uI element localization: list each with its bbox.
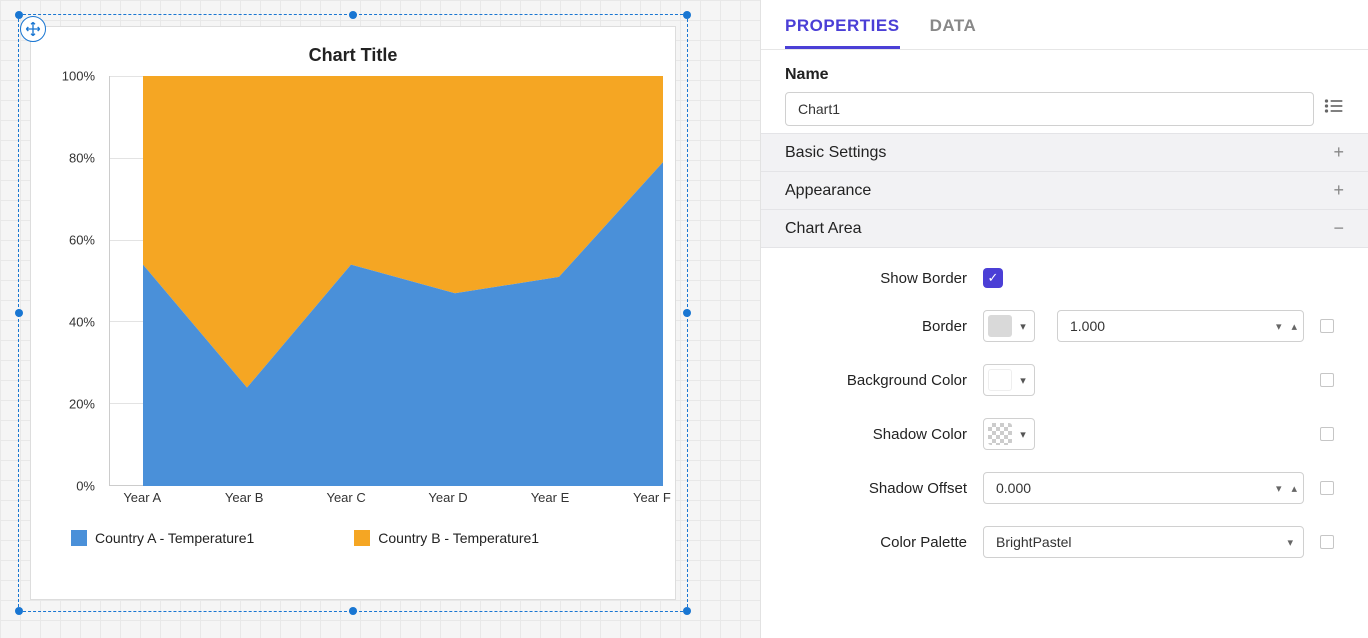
panel-tabs: PROPERTIES DATA bbox=[761, 0, 1368, 50]
x-tick: Year C bbox=[326, 490, 365, 505]
advanced-check[interactable] bbox=[1320, 427, 1334, 441]
accordion-chart-area[interactable]: Chart Area − bbox=[761, 209, 1368, 248]
properties-panel: PROPERTIES DATA Name Basic Settings + Ap… bbox=[760, 0, 1368, 638]
spinner-value: 1.000 bbox=[1070, 318, 1276, 334]
y-tick: 80% bbox=[69, 151, 95, 166]
y-tick: 20% bbox=[69, 397, 95, 412]
show-border-row: Show Border ✓ bbox=[785, 268, 1344, 288]
legend-swatch-orange bbox=[354, 530, 370, 546]
chart-svg bbox=[143, 76, 663, 486]
chart-legend: Country A - Temperature1 Country B - Tem… bbox=[31, 516, 675, 560]
border-width-spinner[interactable]: 1.000 ▾ ▴ bbox=[1057, 310, 1304, 342]
accordion-label: Basic Settings bbox=[785, 144, 886, 162]
color-palette-row: Color Palette BrightPastel ▾ bbox=[785, 526, 1344, 558]
chart-title: Chart Title bbox=[31, 27, 675, 76]
show-border-checkbox[interactable]: ✓ bbox=[983, 268, 1003, 288]
shadow-color-label: Shadow Color bbox=[785, 426, 967, 443]
spinner-down-icon[interactable]: ▾ bbox=[1276, 320, 1282, 333]
spinner-value: 0.000 bbox=[996, 480, 1276, 496]
y-tick: 40% bbox=[69, 315, 95, 330]
shadow-offset-label: Shadow Offset bbox=[785, 480, 967, 497]
accordion-basic-settings[interactable]: Basic Settings + bbox=[761, 133, 1368, 172]
spinner-down-icon[interactable]: ▾ bbox=[1276, 482, 1282, 495]
border-label: Border bbox=[785, 318, 967, 335]
chart-y-axis: 100% 80% 60% 40% 20% 0% bbox=[31, 76, 103, 486]
legend-item-a: Country A - Temperature1 bbox=[71, 530, 254, 546]
resize-handle-bottom-left[interactable] bbox=[15, 607, 23, 615]
color-swatch-icon bbox=[988, 369, 1012, 391]
x-tick: Year D bbox=[428, 490, 467, 505]
chart-plot: 100% 80% 60% 40% 20% 0% Year A bbox=[31, 76, 675, 516]
x-tick: Year A bbox=[123, 490, 161, 505]
border-color-picker[interactable]: ▾ bbox=[983, 310, 1035, 342]
chart-plot-area bbox=[109, 76, 663, 486]
y-tick: 100% bbox=[62, 69, 95, 84]
accordion-label: Appearance bbox=[785, 182, 871, 200]
resize-handle-left-center[interactable] bbox=[15, 309, 23, 317]
color-swatch-icon bbox=[988, 315, 1012, 337]
accordion-label: Chart Area bbox=[785, 220, 861, 238]
y-tick: 0% bbox=[76, 479, 95, 494]
border-row: Border ▾ 1.000 ▾ ▴ bbox=[785, 310, 1344, 342]
spinner-up-icon[interactable]: ▴ bbox=[1291, 320, 1297, 333]
name-label: Name bbox=[785, 66, 1344, 84]
design-canvas[interactable]: Chart Title 100% 80% 60% 40% 20% 0% bbox=[0, 0, 760, 638]
color-swatch-icon bbox=[988, 423, 1012, 445]
show-border-label: Show Border bbox=[785, 270, 967, 287]
plus-icon: + bbox=[1333, 142, 1344, 163]
legend-label: Country B - Temperature1 bbox=[378, 530, 539, 546]
resize-handle-top-left[interactable] bbox=[15, 11, 23, 19]
background-color-picker[interactable]: ▾ bbox=[983, 364, 1035, 396]
color-palette-label: Color Palette bbox=[785, 534, 967, 551]
list-icon[interactable] bbox=[1324, 96, 1344, 122]
legend-item-b: Country B - Temperature1 bbox=[354, 530, 539, 546]
select-value: BrightPastel bbox=[996, 534, 1071, 550]
advanced-check[interactable] bbox=[1320, 535, 1334, 549]
advanced-check[interactable] bbox=[1320, 319, 1334, 333]
shadow-offset-row: Shadow Offset 0.000 ▾ ▴ bbox=[785, 472, 1344, 504]
tab-data[interactable]: DATA bbox=[930, 16, 977, 49]
accordion-appearance[interactable]: Appearance + bbox=[761, 171, 1368, 210]
x-tick: Year B bbox=[225, 490, 264, 505]
shadow-color-row: Shadow Color ▾ bbox=[785, 418, 1344, 450]
resize-handle-top-center[interactable] bbox=[349, 11, 357, 19]
chevron-down-icon: ▾ bbox=[1287, 536, 1293, 549]
move-handle-icon[interactable] bbox=[20, 16, 46, 42]
legend-swatch-blue bbox=[71, 530, 87, 546]
x-tick: Year E bbox=[531, 490, 570, 505]
chevron-down-icon: ▾ bbox=[1014, 374, 1032, 387]
spinner-up-icon[interactable]: ▴ bbox=[1291, 482, 1297, 495]
legend-label: Country A - Temperature1 bbox=[95, 530, 254, 546]
chart-area-body: Show Border ✓ Border ▾ 1.000 ▾ ▴ Backgro… bbox=[761, 248, 1368, 590]
background-color-row: Background Color ▾ bbox=[785, 364, 1344, 396]
minus-icon: − bbox=[1333, 218, 1344, 239]
name-input[interactable] bbox=[785, 92, 1314, 126]
background-color-label: Background Color bbox=[785, 372, 967, 389]
plus-icon: + bbox=[1333, 180, 1344, 201]
shadow-color-picker[interactable]: ▾ bbox=[983, 418, 1035, 450]
color-palette-select[interactable]: BrightPastel ▾ bbox=[983, 526, 1304, 558]
resize-handle-bottom-center[interactable] bbox=[349, 607, 357, 615]
advanced-check[interactable] bbox=[1320, 373, 1334, 387]
chevron-down-icon: ▾ bbox=[1014, 428, 1032, 441]
tab-properties[interactable]: PROPERTIES bbox=[785, 16, 900, 49]
shadow-offset-spinner[interactable]: 0.000 ▾ ▴ bbox=[983, 472, 1304, 504]
y-tick: 60% bbox=[69, 233, 95, 248]
resize-handle-right-center[interactable] bbox=[683, 309, 691, 317]
chevron-down-icon: ▾ bbox=[1014, 320, 1032, 333]
name-section: Name bbox=[761, 50, 1368, 134]
resize-handle-top-right[interactable] bbox=[683, 11, 691, 19]
chart-x-axis: Year A Year B Year C Year D Year E Year … bbox=[109, 490, 663, 514]
chart-widget[interactable]: Chart Title 100% 80% 60% 40% 20% 0% bbox=[30, 26, 676, 600]
x-tick: Year F bbox=[633, 490, 671, 505]
advanced-check[interactable] bbox=[1320, 481, 1334, 495]
resize-handle-bottom-right[interactable] bbox=[683, 607, 691, 615]
